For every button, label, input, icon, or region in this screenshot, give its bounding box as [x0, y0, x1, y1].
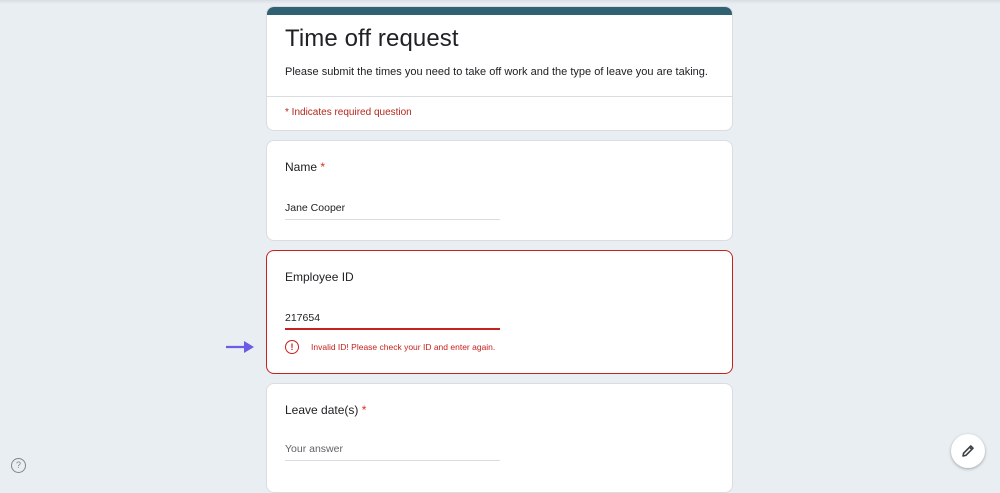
form-description: Please submit the times you need to take…	[285, 66, 708, 78]
error-text: Invalid ID! Please check your ID and ent…	[311, 342, 496, 352]
top-shadow	[0, 0, 1000, 4]
employee-id-input[interactable]: 217654	[285, 312, 500, 330]
required-star: *	[361, 403, 367, 417]
question-label-name: Name *	[285, 160, 325, 174]
question-label-text: Name	[285, 160, 318, 174]
pencil-icon	[962, 445, 974, 457]
arrow-right-icon	[226, 341, 254, 353]
required-star: *	[320, 160, 326, 174]
question-card-name: Name * Jane Cooper	[266, 140, 733, 241]
question-label-leave-dates: Leave date(s) *	[285, 403, 366, 417]
leave-dates-input[interactable]: Your answer	[285, 443, 500, 461]
help-icon[interactable]: ?	[11, 458, 26, 473]
form-title: Time off request	[285, 25, 459, 52]
name-input[interactable]: Jane Cooper	[285, 202, 500, 220]
error-message: ! Invalid ID! Please check your ID and e…	[285, 340, 495, 354]
form-header-card: Time off request Please submit the times…	[266, 6, 733, 131]
question-label-text: Leave date(s)	[285, 403, 359, 417]
required-note: * Indicates required question	[285, 107, 412, 118]
header-accent-bar	[267, 7, 732, 15]
question-label-employee-id: Employee ID	[285, 270, 354, 284]
question-card-leave-dates: Leave date(s) * Your answer	[266, 383, 733, 493]
error-circle-icon: !	[285, 340, 299, 354]
header-divider	[267, 96, 732, 97]
edit-button[interactable]	[951, 434, 985, 468]
question-card-employee-id: Employee ID 217654 ! Invalid ID! Please …	[266, 250, 733, 374]
